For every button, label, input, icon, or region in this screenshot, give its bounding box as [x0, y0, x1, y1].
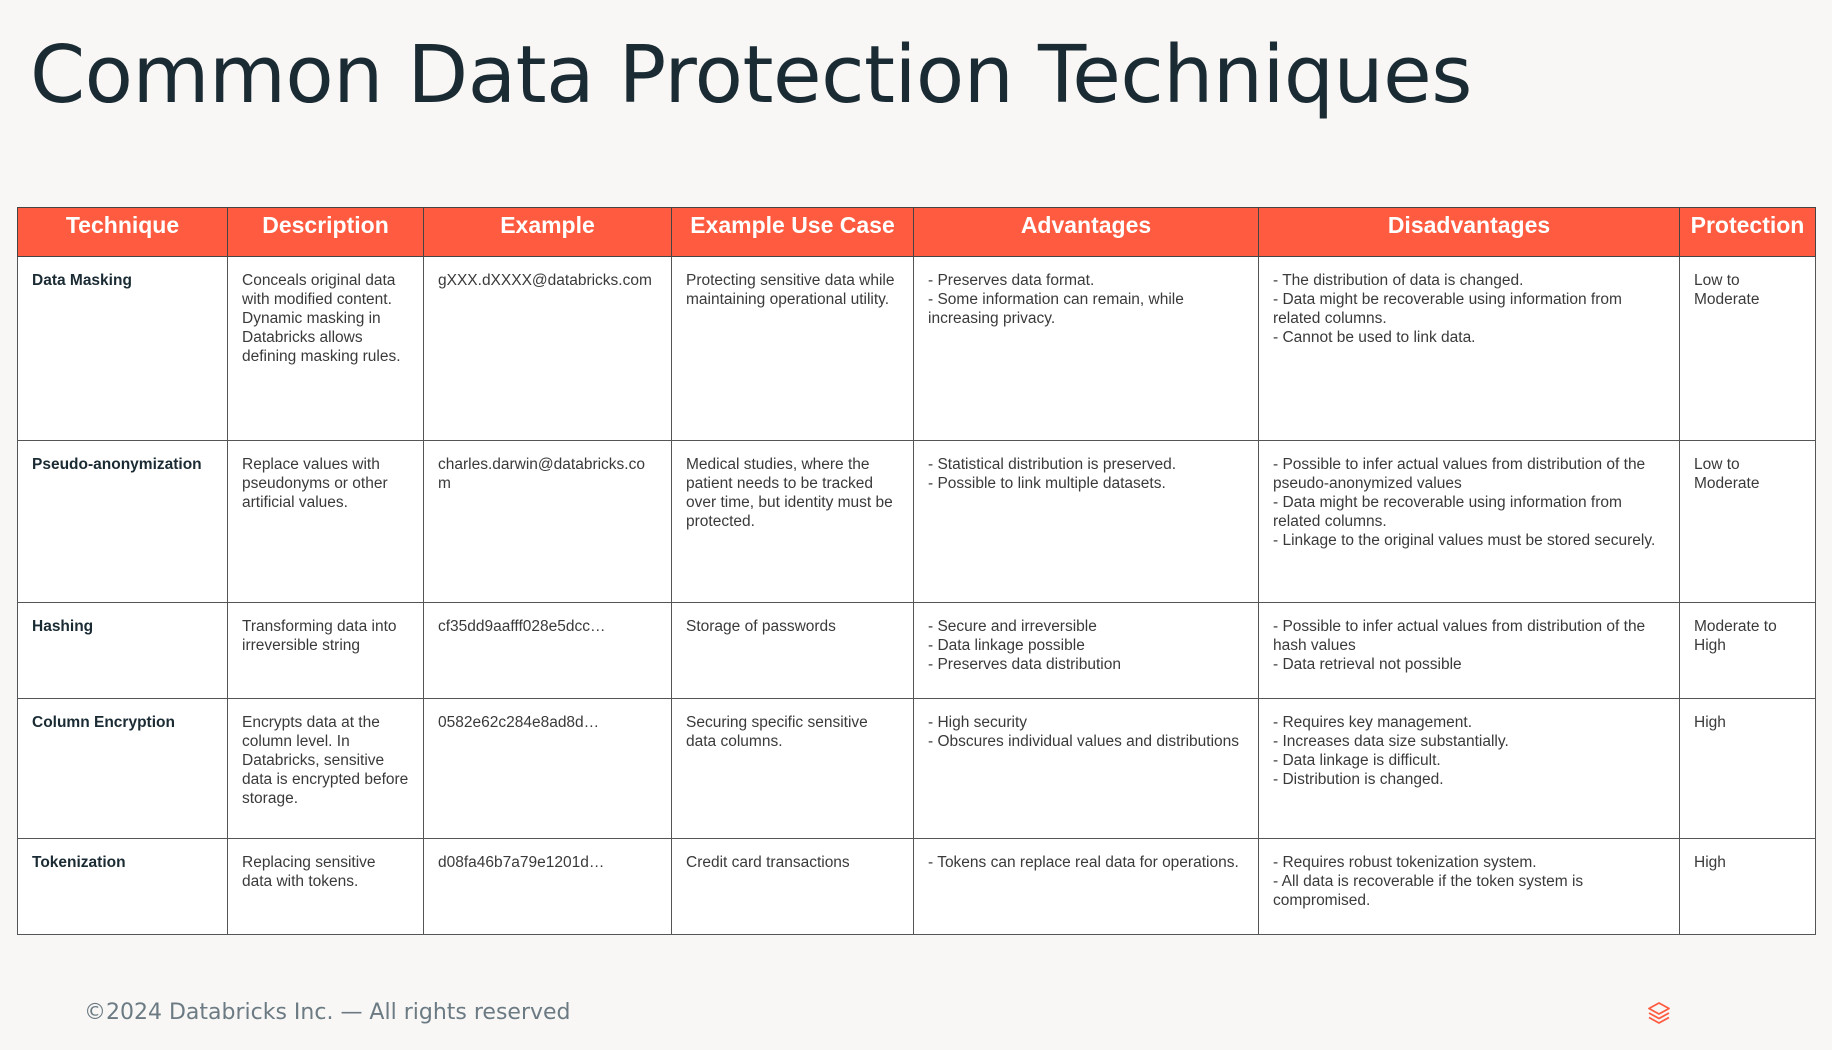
use-case-cell: Credit card transactions — [671, 838, 914, 935]
example-cell: d08fa46b7a79e1201d… — [423, 838, 672, 935]
disadvantages-cell: - Possible to infer actual values from d… — [1258, 440, 1680, 603]
use-case-cell: Protecting sensitive data while maintain… — [671, 256, 914, 441]
protection-techniques-table-container: Technique Description Example Example Us… — [17, 207, 1816, 935]
disadvantage-item: - Data linkage is difficult. — [1273, 752, 1441, 769]
table-row: Tokenization Replacing sensitive data wi… — [17, 838, 1816, 935]
table-header-row: Technique Description Example Example Us… — [17, 207, 1816, 257]
disadvantage-item: - Requires key management. — [1273, 714, 1473, 731]
advantage-item: - Preserves data format. — [928, 272, 1095, 289]
advantage-item: - Possible to link multiple datasets. — [928, 475, 1166, 492]
example-cell: 0582e62c284e8ad8d… — [423, 698, 672, 839]
advantage-item: - Secure and irreversible — [928, 618, 1097, 635]
technique-cell: Tokenization — [17, 838, 228, 935]
advantage-item: - High security — [928, 714, 1028, 731]
column-header-description: Description — [227, 207, 424, 257]
advantages-cell: - Secure and irreversible - Data linkage… — [913, 602, 1259, 699]
table-row: Column Encryption Encrypts data at the c… — [17, 698, 1816, 839]
column-header-technique: Technique — [17, 207, 228, 257]
copyright-footer: ©2024 Databricks Inc. — All rights reser… — [84, 1000, 571, 1025]
use-case-cell: Securing specific sensitive data columns… — [671, 698, 914, 839]
disadvantages-cell: - Requires key management. - Increases d… — [1258, 698, 1680, 839]
table-row: Data Masking Conceals original data with… — [17, 256, 1816, 441]
description-cell: Replace values with pseudonyms or other … — [227, 440, 424, 603]
disadvantage-item: - Requires robust tokenization system. — [1273, 854, 1537, 871]
disadvantage-item: - Data might be recoverable using inform… — [1273, 291, 1622, 327]
description-cell: Transforming data into irreversible stri… — [227, 602, 424, 699]
protection-techniques-table: Technique Description Example Example Us… — [17, 207, 1816, 935]
disadvantages-cell: - Requires robust tokenization system. -… — [1258, 838, 1680, 935]
column-header-use-case: Example Use Case — [671, 207, 914, 257]
column-header-disadvantages: Disadvantages — [1258, 207, 1680, 257]
disadvantage-item: - Increases data size substantially. — [1273, 733, 1509, 750]
page-title: Common Data Protection Techniques — [30, 29, 1472, 121]
technique-cell: Hashing — [17, 602, 228, 699]
technique-cell: Column Encryption — [17, 698, 228, 839]
protection-cell: High — [1679, 698, 1816, 839]
technique-cell: Pseudo-anonymization — [17, 440, 228, 603]
advantage-item: - Some information can remain, while inc… — [928, 291, 1184, 327]
column-header-advantages: Advantages — [913, 207, 1259, 257]
advantages-cell: - Tokens can replace real data for opera… — [913, 838, 1259, 935]
advantages-cell: - High security - Obscures individual va… — [913, 698, 1259, 839]
advantages-cell: - Statistical distribution is preserved.… — [913, 440, 1259, 603]
example-cell: cf35dd9aafff028e5dcc… — [423, 602, 672, 699]
protection-cell: Low to Moderate — [1679, 256, 1816, 441]
disadvantage-item: - Possible to infer actual values from d… — [1273, 456, 1646, 492]
description-cell: Conceals original data with modified con… — [227, 256, 424, 441]
disadvantage-item: - Data might be recoverable using inform… — [1273, 494, 1622, 530]
disadvantages-cell: - The distribution of data is changed. -… — [1258, 256, 1680, 441]
description-cell: Encrypts data at the column level. In Da… — [227, 698, 424, 839]
disadvantage-item: - Distribution is changed. — [1273, 771, 1444, 788]
protection-cell: Moderate to High — [1679, 602, 1816, 699]
disadvantages-cell: - Possible to infer actual values from d… — [1258, 602, 1680, 699]
description-cell: Replacing sensitive data with tokens. — [227, 838, 424, 935]
disadvantage-item: - Linkage to the original values must be… — [1273, 532, 1656, 549]
protection-cell: High — [1679, 838, 1816, 935]
column-header-protection: Protection — [1679, 207, 1816, 257]
advantage-item: - Data linkage possible — [928, 637, 1085, 654]
advantage-item: - Obscures individual values and distrib… — [928, 733, 1240, 750]
column-header-example: Example — [423, 207, 672, 257]
disadvantage-item: - Cannot be used to link data. — [1273, 329, 1476, 346]
disadvantage-item: - The distribution of data is changed. — [1273, 272, 1524, 289]
technique-cell: Data Masking — [17, 256, 228, 441]
example-cell: charles.darwin@databricks.com — [423, 440, 672, 603]
advantage-item: - Preserves data distribution — [928, 656, 1121, 673]
table-row: Hashing Transforming data into irreversi… — [17, 602, 1816, 699]
example-cell: gXXX.dXXXX@databricks.com — [423, 256, 672, 441]
disadvantage-item: - All data is recoverable if the token s… — [1273, 873, 1584, 909]
protection-cell: Low to Moderate — [1679, 440, 1816, 603]
advantages-cell: - Preserves data format. - Some informat… — [913, 256, 1259, 441]
advantage-item: - Statistical distribution is preserved. — [928, 456, 1177, 473]
advantage-item: - Tokens can replace real data for opera… — [928, 854, 1239, 871]
use-case-cell: Medical studies, where the patient needs… — [671, 440, 914, 603]
use-case-cell: Storage of passwords — [671, 602, 914, 699]
table-row: Pseudo-anonymization Replace values with… — [17, 440, 1816, 603]
databricks-logo-icon — [1648, 1002, 1670, 1024]
disadvantage-item: - Possible to infer actual values from d… — [1273, 618, 1646, 654]
disadvantage-item: - Data retrieval not possible — [1273, 656, 1462, 673]
